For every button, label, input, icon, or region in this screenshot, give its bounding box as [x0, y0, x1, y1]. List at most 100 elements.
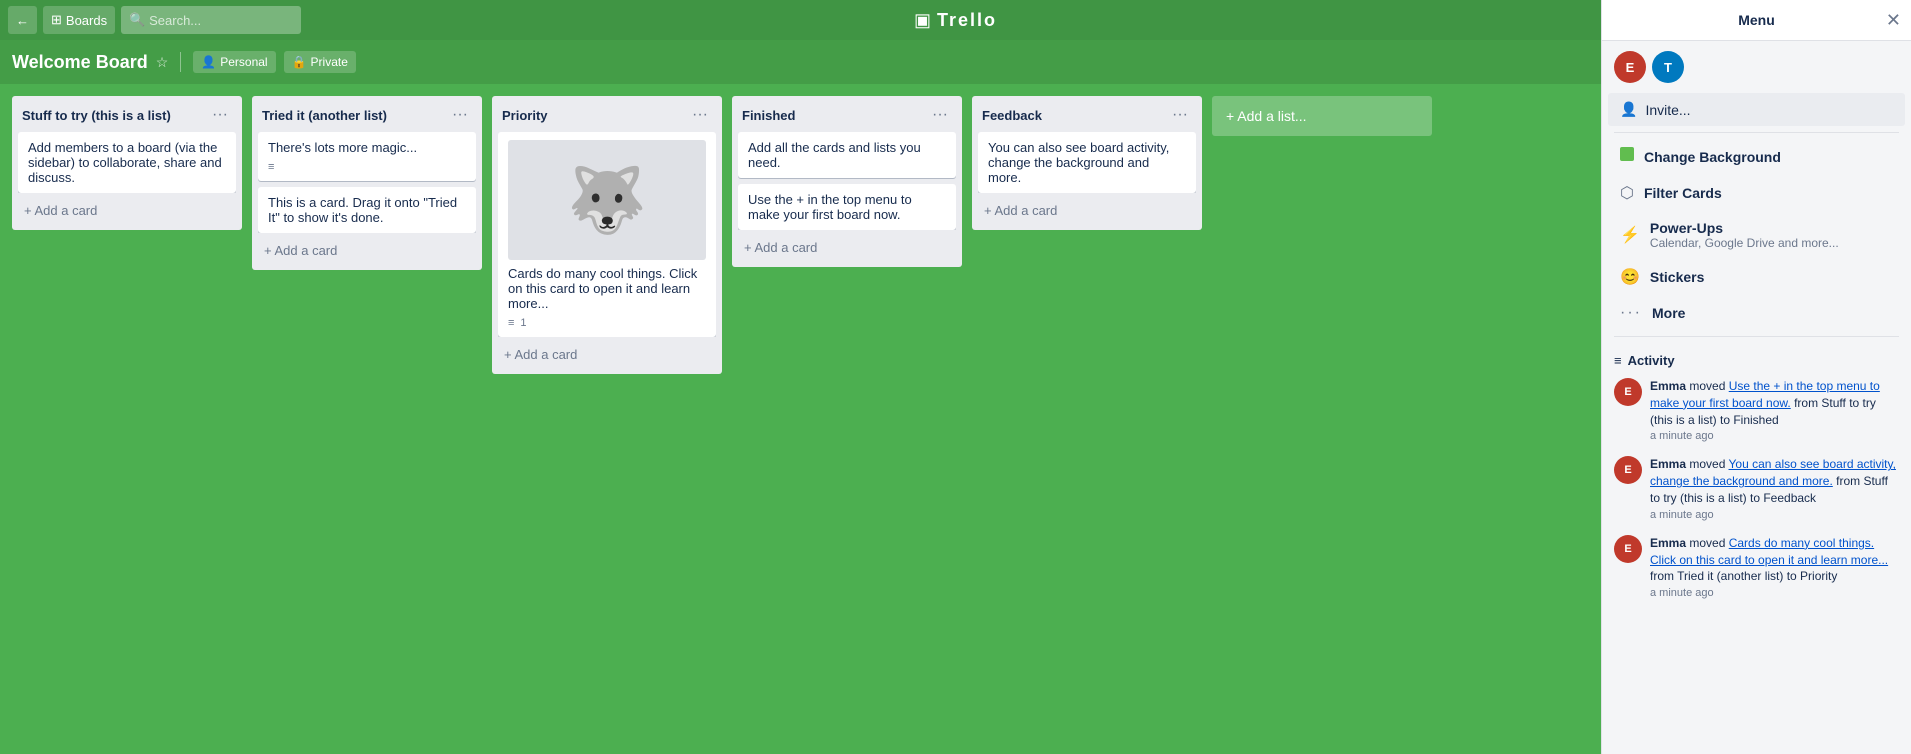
activity-item: E Emma moved You can also see board acti…	[1614, 456, 1899, 520]
privacy-label: Private	[311, 55, 348, 69]
activity-avatar[interactable]: E	[1614, 535, 1642, 563]
visibility-label: Personal	[220, 55, 267, 69]
card-icons: ≡	[268, 161, 466, 173]
menu-item-title: Filter Cards	[1644, 185, 1893, 201]
activity-items: E Emma moved Use the + in the top menu t…	[1614, 378, 1899, 599]
menu-item-change-bg[interactable]: Change Background	[1608, 139, 1905, 174]
add-card-button[interactable]: + Add a card	[736, 234, 958, 261]
activity-avatar[interactable]: E	[1614, 456, 1642, 484]
menu-item-subtitle: Calendar, Google Drive and more...	[1650, 236, 1893, 250]
board-title[interactable]: Welcome Board	[12, 52, 148, 73]
list-menu-button[interactable]: ···	[928, 104, 952, 126]
menu-item-title: Power-Ups	[1650, 220, 1893, 236]
menu-item-title: More	[1652, 305, 1893, 321]
activity-link[interactable]: You can also see board activity, change …	[1650, 457, 1896, 488]
menu-item-filter-cards[interactable]: ⬡ Filter Cards	[1608, 175, 1905, 211]
list-header: Feedback···	[972, 96, 1202, 132]
activity-text: Emma moved Use the + in the top menu to …	[1650, 378, 1899, 428]
list-title: Priority	[502, 108, 688, 123]
list-title: Finished	[742, 108, 928, 123]
activity-time: a minute ago	[1650, 430, 1899, 442]
avatar-trello[interactable]: T	[1652, 51, 1684, 83]
add-card-button[interactable]: + Add a card	[976, 197, 1198, 224]
card-text: Cards do many cool things. Click on this…	[508, 266, 697, 311]
menu-item-power-ups[interactable]: ⚡ Power-Ups Calendar, Google Drive and m…	[1608, 212, 1905, 258]
list-list-tried: Tried it (another list)···There's lots m…	[252, 96, 482, 270]
activity-title: ≡ Activity	[1614, 353, 1899, 368]
card-text: There's lots more magic...	[268, 140, 417, 155]
card-icon: 1	[520, 317, 526, 329]
invite-label: Invite...	[1645, 102, 1690, 118]
green-dot-icon	[1620, 147, 1634, 161]
side-menu: Menu ✕ E T 👤 Invite... Change Background…	[1601, 0, 1911, 754]
back-button[interactable]: ←	[8, 6, 37, 34]
list-header: Priority···	[492, 96, 722, 132]
activity-item: E Emma moved Use the + in the top menu t…	[1614, 378, 1899, 442]
personal-icon: 👤	[201, 55, 216, 69]
add-card-button[interactable]: + Add a card	[16, 197, 238, 224]
card-icons: ≡1	[508, 317, 706, 329]
card[interactable]: This is a card. Drag it onto "Tried It" …	[258, 187, 476, 233]
card-text: Add members to a board (via the sidebar)…	[28, 140, 222, 185]
list-menu-button[interactable]: ···	[688, 104, 712, 126]
list-header: Stuff to try (this is a list)···	[12, 96, 242, 132]
list-list-finished: Finished··· Add all the cards and lists y…	[732, 96, 962, 267]
list-cards: There's lots more magic... ≡ This is a car…	[252, 132, 482, 233]
card[interactable]: 🐺 Cards do many cool things. Click on thi…	[498, 132, 716, 337]
activity-avatar[interactable]: E	[1614, 378, 1642, 406]
list-menu-button[interactable]: ···	[1168, 104, 1192, 126]
card-text: Add all the cards and lists you need.	[748, 140, 921, 170]
star-icon[interactable]: ☆	[156, 54, 169, 71]
activity-link[interactable]: Cards do many cool things. Click on this…	[1650, 536, 1888, 567]
menu-close-button[interactable]: ✕	[1886, 10, 1901, 31]
menu-item-title: Stickers	[1650, 269, 1893, 285]
list-title: Feedback	[982, 108, 1168, 123]
card[interactable]: You can also see board activity, change …	[978, 132, 1196, 193]
card-icon: ≡	[268, 161, 274, 173]
menu-divider-2	[1614, 336, 1899, 337]
card-image: 🐺	[508, 140, 706, 260]
search-wrap: 🔍	[121, 6, 301, 34]
list-cards: 🐺 Cards do many cool things. Click on thi…	[492, 132, 722, 337]
activity-time: a minute ago	[1650, 509, 1899, 521]
card[interactable]: Add all the cards and lists you need.	[738, 132, 956, 178]
menu-item-stickers[interactable]: 😊 Stickers	[1608, 259, 1905, 295]
avatar-emma[interactable]: E	[1614, 51, 1646, 83]
boards-label: Boards	[66, 13, 107, 28]
activity-text: Emma moved You can also see board activi…	[1650, 456, 1899, 506]
list-list-priority: Priority··· 🐺 Cards do many cool things. C…	[492, 96, 722, 374]
menu-title: Menu	[1738, 12, 1775, 28]
boards-button[interactable]: ⊞ Boards	[43, 6, 115, 34]
sticker-icon: 😊	[1620, 269, 1640, 286]
list-cards: Add all the cards and lists you need. Use…	[732, 132, 962, 230]
filter-icon: ⬡	[1620, 185, 1634, 202]
trello-logo-text: Trello	[937, 10, 997, 31]
invite-button[interactable]: 👤 Invite...	[1608, 93, 1905, 126]
card[interactable]: Add members to a board (via the sidebar)…	[18, 132, 236, 193]
add-card-button[interactable]: + Add a card	[256, 237, 478, 264]
search-input[interactable]	[121, 6, 301, 34]
divider	[180, 52, 181, 72]
invite-icon: 👤	[1620, 101, 1637, 118]
menu-header: Menu ✕	[1602, 0, 1911, 41]
list-list-feedback: Feedback··· You can also see board activi…	[972, 96, 1202, 230]
visibility-button[interactable]: 👤 Personal	[193, 51, 275, 73]
list-menu-button[interactable]: ···	[448, 104, 472, 126]
card-text: You can also see board activity, change …	[988, 140, 1169, 185]
card[interactable]: Use the + in the top menu to make your f…	[738, 184, 956, 230]
card-text: This is a card. Drag it onto "Tried It" …	[268, 195, 457, 225]
home-icon: ⊞	[51, 12, 62, 28]
privacy-button[interactable]: 🔒 Private	[284, 51, 356, 73]
add-list-button[interactable]: + Add a list...	[1212, 96, 1432, 136]
activity-user: Emma	[1650, 457, 1686, 471]
menu-divider-1	[1614, 132, 1899, 133]
card-icon: ≡	[508, 317, 514, 329]
add-card-button[interactable]: + Add a card	[496, 341, 718, 368]
activity-user: Emma	[1650, 379, 1686, 393]
power-icon: ⚡	[1620, 227, 1640, 244]
card[interactable]: There's lots more magic... ≡	[258, 132, 476, 181]
card-text: Use the + in the top menu to make your f…	[748, 192, 912, 222]
activity-time: a minute ago	[1650, 587, 1899, 599]
menu-item-more[interactable]: ··· More	[1608, 296, 1905, 330]
list-menu-button[interactable]: ···	[208, 104, 232, 126]
